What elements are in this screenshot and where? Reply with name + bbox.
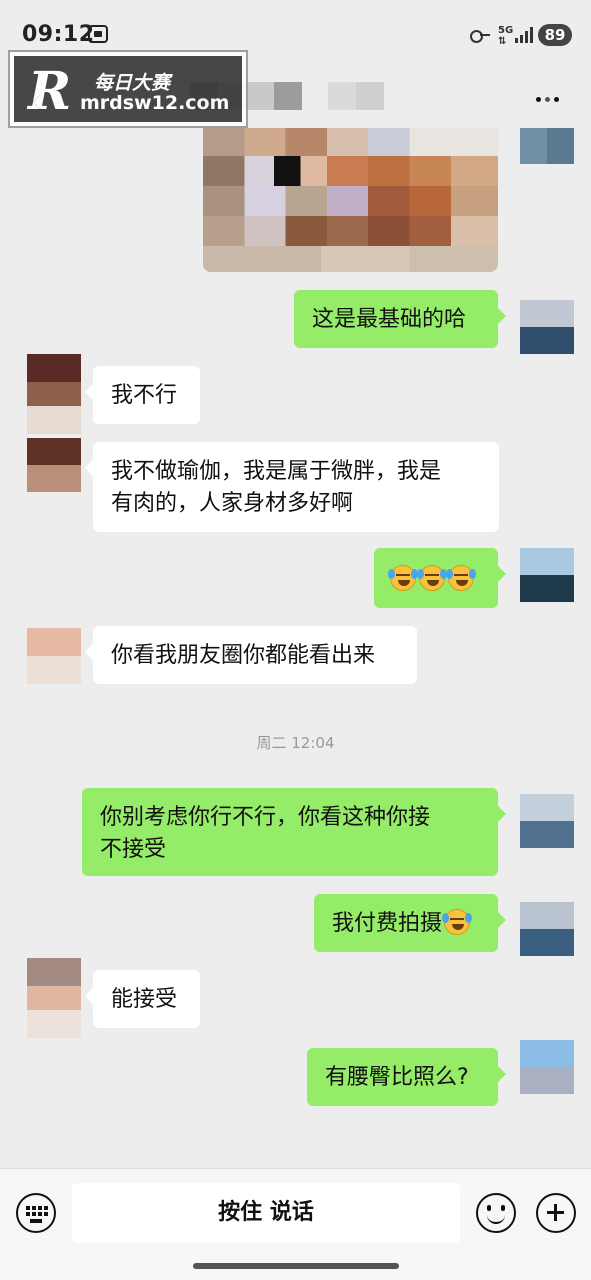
message-text: 我不行 bbox=[111, 383, 178, 408]
chat-history[interactable]: 这是最基础的哈 我不行 我不做瑜伽，我是属于微胖，我是 有肉的，人家身材多好啊 … bbox=[0, 128, 591, 1168]
home-indicator[interactable] bbox=[193, 1263, 399, 1269]
message-text-line: 你别考虑你行不行，你看这种你接 bbox=[100, 805, 431, 830]
image-message[interactable] bbox=[203, 128, 498, 272]
message-text: 有腰臀比照么? bbox=[325, 1065, 469, 1090]
message-bubble-contact[interactable]: 我不做瑜伽，我是属于微胖，我是 有肉的，人家身材多好啊 bbox=[85, 442, 499, 532]
timestamp-divider: 周二 12:04 bbox=[256, 734, 335, 752]
contact-avatar[interactable] bbox=[27, 628, 81, 684]
watermark-logo: R bbox=[28, 61, 72, 122]
screen-record-icon bbox=[88, 25, 108, 43]
self-avatar[interactable] bbox=[520, 300, 574, 354]
self-avatar[interactable] bbox=[520, 128, 574, 164]
site-watermark: R 每日大赛 mrdsw12.com bbox=[8, 50, 248, 128]
message-bubble-contact[interactable]: 我不行 bbox=[85, 366, 200, 424]
more-dots-icon[interactable] bbox=[536, 95, 564, 105]
hold-to-talk-button[interactable]: 按住 说话 bbox=[72, 1183, 460, 1243]
message-text-line: 有肉的，人家身材多好啊 bbox=[111, 491, 354, 516]
laugh-cry-emoji-icon bbox=[446, 565, 476, 591]
signal-icon bbox=[515, 27, 533, 43]
message-bubble-self[interactable]: 这是最基础的哈 bbox=[294, 290, 506, 348]
chat-input-bar: 按住 说话 bbox=[0, 1168, 591, 1280]
contact-status-blurred bbox=[328, 82, 384, 110]
status-time: 09:12 bbox=[22, 22, 95, 47]
self-avatar[interactable] bbox=[520, 548, 574, 602]
plus-icon[interactable] bbox=[536, 1193, 576, 1233]
message-text: 我付费拍摄 bbox=[332, 911, 443, 936]
data-arrows-icon: ⇅ bbox=[498, 36, 507, 47]
message-text: 能接受 bbox=[111, 987, 178, 1012]
laugh-cry-emoji-icon bbox=[388, 565, 418, 591]
watermark-domain: mrdsw12.com bbox=[80, 92, 230, 114]
message-bubble-contact[interactable]: 你看我朋友圈你都能看出来 bbox=[85, 626, 417, 684]
message-text: 这是最基础的哈 bbox=[312, 307, 467, 332]
key-icon bbox=[470, 30, 490, 43]
message-text: 你看我朋友圈你都能看出来 bbox=[111, 643, 376, 668]
message-bubble-contact[interactable]: 能接受 bbox=[85, 970, 200, 1028]
message-bubble-self[interactable] bbox=[374, 548, 506, 608]
laugh-cry-emoji-icon bbox=[417, 565, 447, 591]
self-avatar[interactable] bbox=[520, 902, 574, 956]
contact-avatar[interactable] bbox=[27, 438, 81, 492]
contact-avatar[interactable] bbox=[27, 354, 81, 434]
network-type: 5G bbox=[498, 25, 514, 36]
message-bubble-self[interactable]: 你别考虑你行不行，你看这种你接 不接受 bbox=[82, 788, 506, 876]
laugh-cry-emoji-icon bbox=[442, 909, 473, 935]
watermark-title: 每日大赛 bbox=[94, 72, 171, 94]
contact-avatar[interactable] bbox=[27, 958, 81, 1038]
message-text-line: 不接受 bbox=[100, 837, 167, 862]
keyboard-icon[interactable] bbox=[16, 1193, 56, 1233]
message-text-line: 我不做瑜伽，我是属于微胖，我是 bbox=[111, 459, 442, 484]
self-avatar[interactable] bbox=[520, 1040, 574, 1094]
smiley-icon[interactable] bbox=[476, 1193, 516, 1233]
message-bubble-self[interactable]: 我付费拍摄 bbox=[314, 894, 506, 952]
self-avatar[interactable] bbox=[520, 794, 574, 848]
message-bubble-self[interactable]: 有腰臀比照么? bbox=[307, 1048, 506, 1106]
network-label: 5G ⇅ bbox=[498, 25, 513, 47]
battery-level: 89 bbox=[538, 24, 572, 46]
